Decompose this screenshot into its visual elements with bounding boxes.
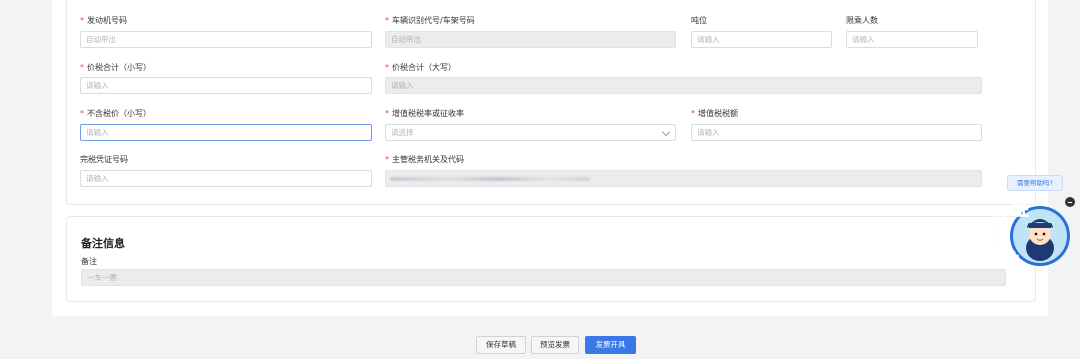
tax-voucher-input[interactable]: 请输入 [80, 170, 372, 187]
tonnage-label: 吨位 [691, 16, 707, 25]
issue-invoice-button[interactable]: 发票开具 [585, 336, 636, 354]
blurred-tax-authority-value [390, 177, 590, 181]
tax-authority-input[interactable] [385, 170, 982, 187]
seats-input[interactable]: 请输入 [846, 31, 978, 48]
notes-title: 备注信息 [81, 237, 125, 250]
mascot-char-4: 动 [1003, 250, 1020, 270]
remark-input[interactable]: 一车一票 [81, 269, 1006, 286]
vat-rate-placeholder: 请选择 [391, 128, 414, 137]
engine-no-label: * 发动机号码 [80, 16, 127, 25]
price-ex-tax-input[interactable]: 请输入 [80, 124, 372, 141]
assistant-mascot[interactable]: 征 纳 互 动 [985, 196, 1075, 270]
remark-label: 备注 [81, 257, 97, 266]
save-draft-button[interactable]: 保存草稿 [476, 336, 526, 354]
vat-amount-label: * 增值税税额 [691, 109, 738, 118]
price-ex-tax-label: * 不含税价（小写） [80, 109, 151, 118]
notes-section: 备注信息 备注 一车一票 [66, 216, 1036, 302]
help-bubble[interactable]: 需要帮助吗? [1007, 175, 1063, 191]
vat-amount-input[interactable]: 请输入 [691, 124, 982, 141]
total-lower-input[interactable]: 请输入 [80, 77, 372, 94]
chevron-down-icon [661, 127, 671, 137]
tax-voucher-label: 完税凭证号码 [80, 155, 128, 164]
preview-invoice-button[interactable]: 预览发票 [531, 336, 579, 354]
vat-rate-select[interactable]: 请选择 [385, 124, 676, 141]
invoice-form-panel: * 发动机号码 自动带出 * 车辆识别代号/车架号码 自动带出 吨位 请输入 限乘人… [52, 0, 1048, 316]
total-lower-label: * 价税合计（小写） [80, 63, 151, 72]
tax-authority-label: * 主管税务机关及代码 [385, 155, 464, 164]
engine-no-input[interactable]: 自动带出 [80, 31, 372, 48]
vat-rate-label: * 增值税税率或征收率 [385, 109, 464, 118]
seats-label: 限乘人数 [846, 16, 878, 25]
vehicle-info-section: * 发动机号码 自动带出 * 车辆识别代号/车架号码 自动带出 吨位 请输入 限乘人… [66, 0, 1036, 205]
tonnage-input[interactable]: 请输入 [691, 31, 832, 48]
vin-input[interactable]: 自动带出 [385, 31, 676, 48]
mascot-char-1: 征 [1013, 200, 1030, 220]
vin-label: * 车辆识别代号/车架号码 [385, 16, 475, 25]
total-upper-label: * 价税合计（大写） [385, 63, 456, 72]
total-upper-input[interactable]: 请输入 [385, 77, 982, 94]
